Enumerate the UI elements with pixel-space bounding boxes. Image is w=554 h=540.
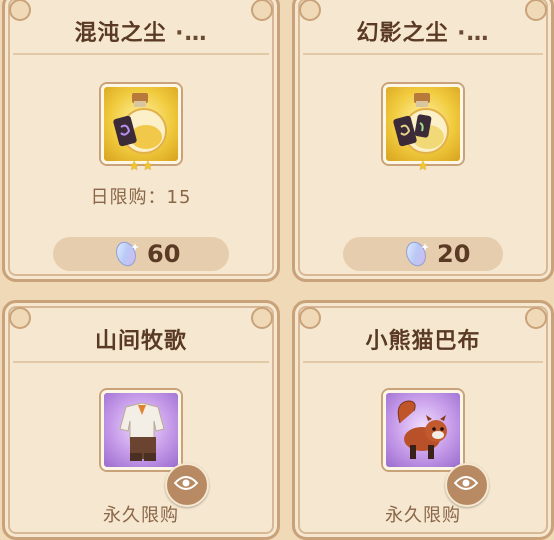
permanent-limit-label: 永久限购 xyxy=(103,505,179,526)
permanent-limit-label: 永久限购 xyxy=(385,505,461,526)
divider xyxy=(13,53,269,55)
divider xyxy=(13,361,269,363)
item-frame[interactable] xyxy=(101,84,181,164)
price-value: 20 xyxy=(437,240,471,268)
phantom-dust-bottle-icon xyxy=(393,93,449,154)
star-icon: ★ xyxy=(417,159,429,174)
divider xyxy=(303,361,543,363)
price-button[interactable]: 20 xyxy=(343,237,503,271)
price-button[interactable]: 60 xyxy=(53,237,229,271)
item-frame[interactable] xyxy=(383,390,463,470)
star-icon: ★ xyxy=(142,159,154,174)
rarity-stars: ★ ★ xyxy=(128,160,153,173)
outfit-icon xyxy=(119,402,165,461)
item-frame[interactable] xyxy=(383,84,463,164)
preview-button[interactable] xyxy=(165,463,209,507)
eye-icon xyxy=(174,476,198,490)
crystal-gem-icon xyxy=(116,241,139,267)
item-title: 幻影之尘 ·… xyxy=(356,21,490,46)
shop-item-card[interactable]: 幻影之尘 ·… ★ 20 xyxy=(292,0,554,282)
crystal-gem-icon xyxy=(406,241,429,267)
shop-item-card[interactable]: 山间牧歌 永久限购 xyxy=(2,300,280,540)
item-title: 山间牧歌 xyxy=(94,329,187,354)
red-panda-icon xyxy=(397,400,447,459)
shop-item-card[interactable]: 混沌之尘 ·… ★ ★ 日限购：15 60 xyxy=(2,0,280,282)
more-indicator: ·… xyxy=(457,21,490,46)
divider xyxy=(303,53,543,55)
rarity-stars: ★ xyxy=(417,160,429,173)
eye-icon xyxy=(454,476,478,490)
star-icon: ★ xyxy=(128,159,140,174)
item-frame[interactable] xyxy=(101,390,181,470)
daily-limit-label: 日限购：15 xyxy=(90,187,192,208)
chaos-dust-bottle-icon xyxy=(113,93,167,154)
shop-item-card[interactable]: 小熊猫巴布 永久限购 xyxy=(292,300,554,540)
preview-button[interactable] xyxy=(445,463,489,507)
more-indicator: ·… xyxy=(175,21,208,46)
item-title: 小熊猫巴布 xyxy=(365,329,481,354)
item-title: 混沌之尘 ·… xyxy=(74,21,208,46)
price-value: 60 xyxy=(147,240,181,268)
